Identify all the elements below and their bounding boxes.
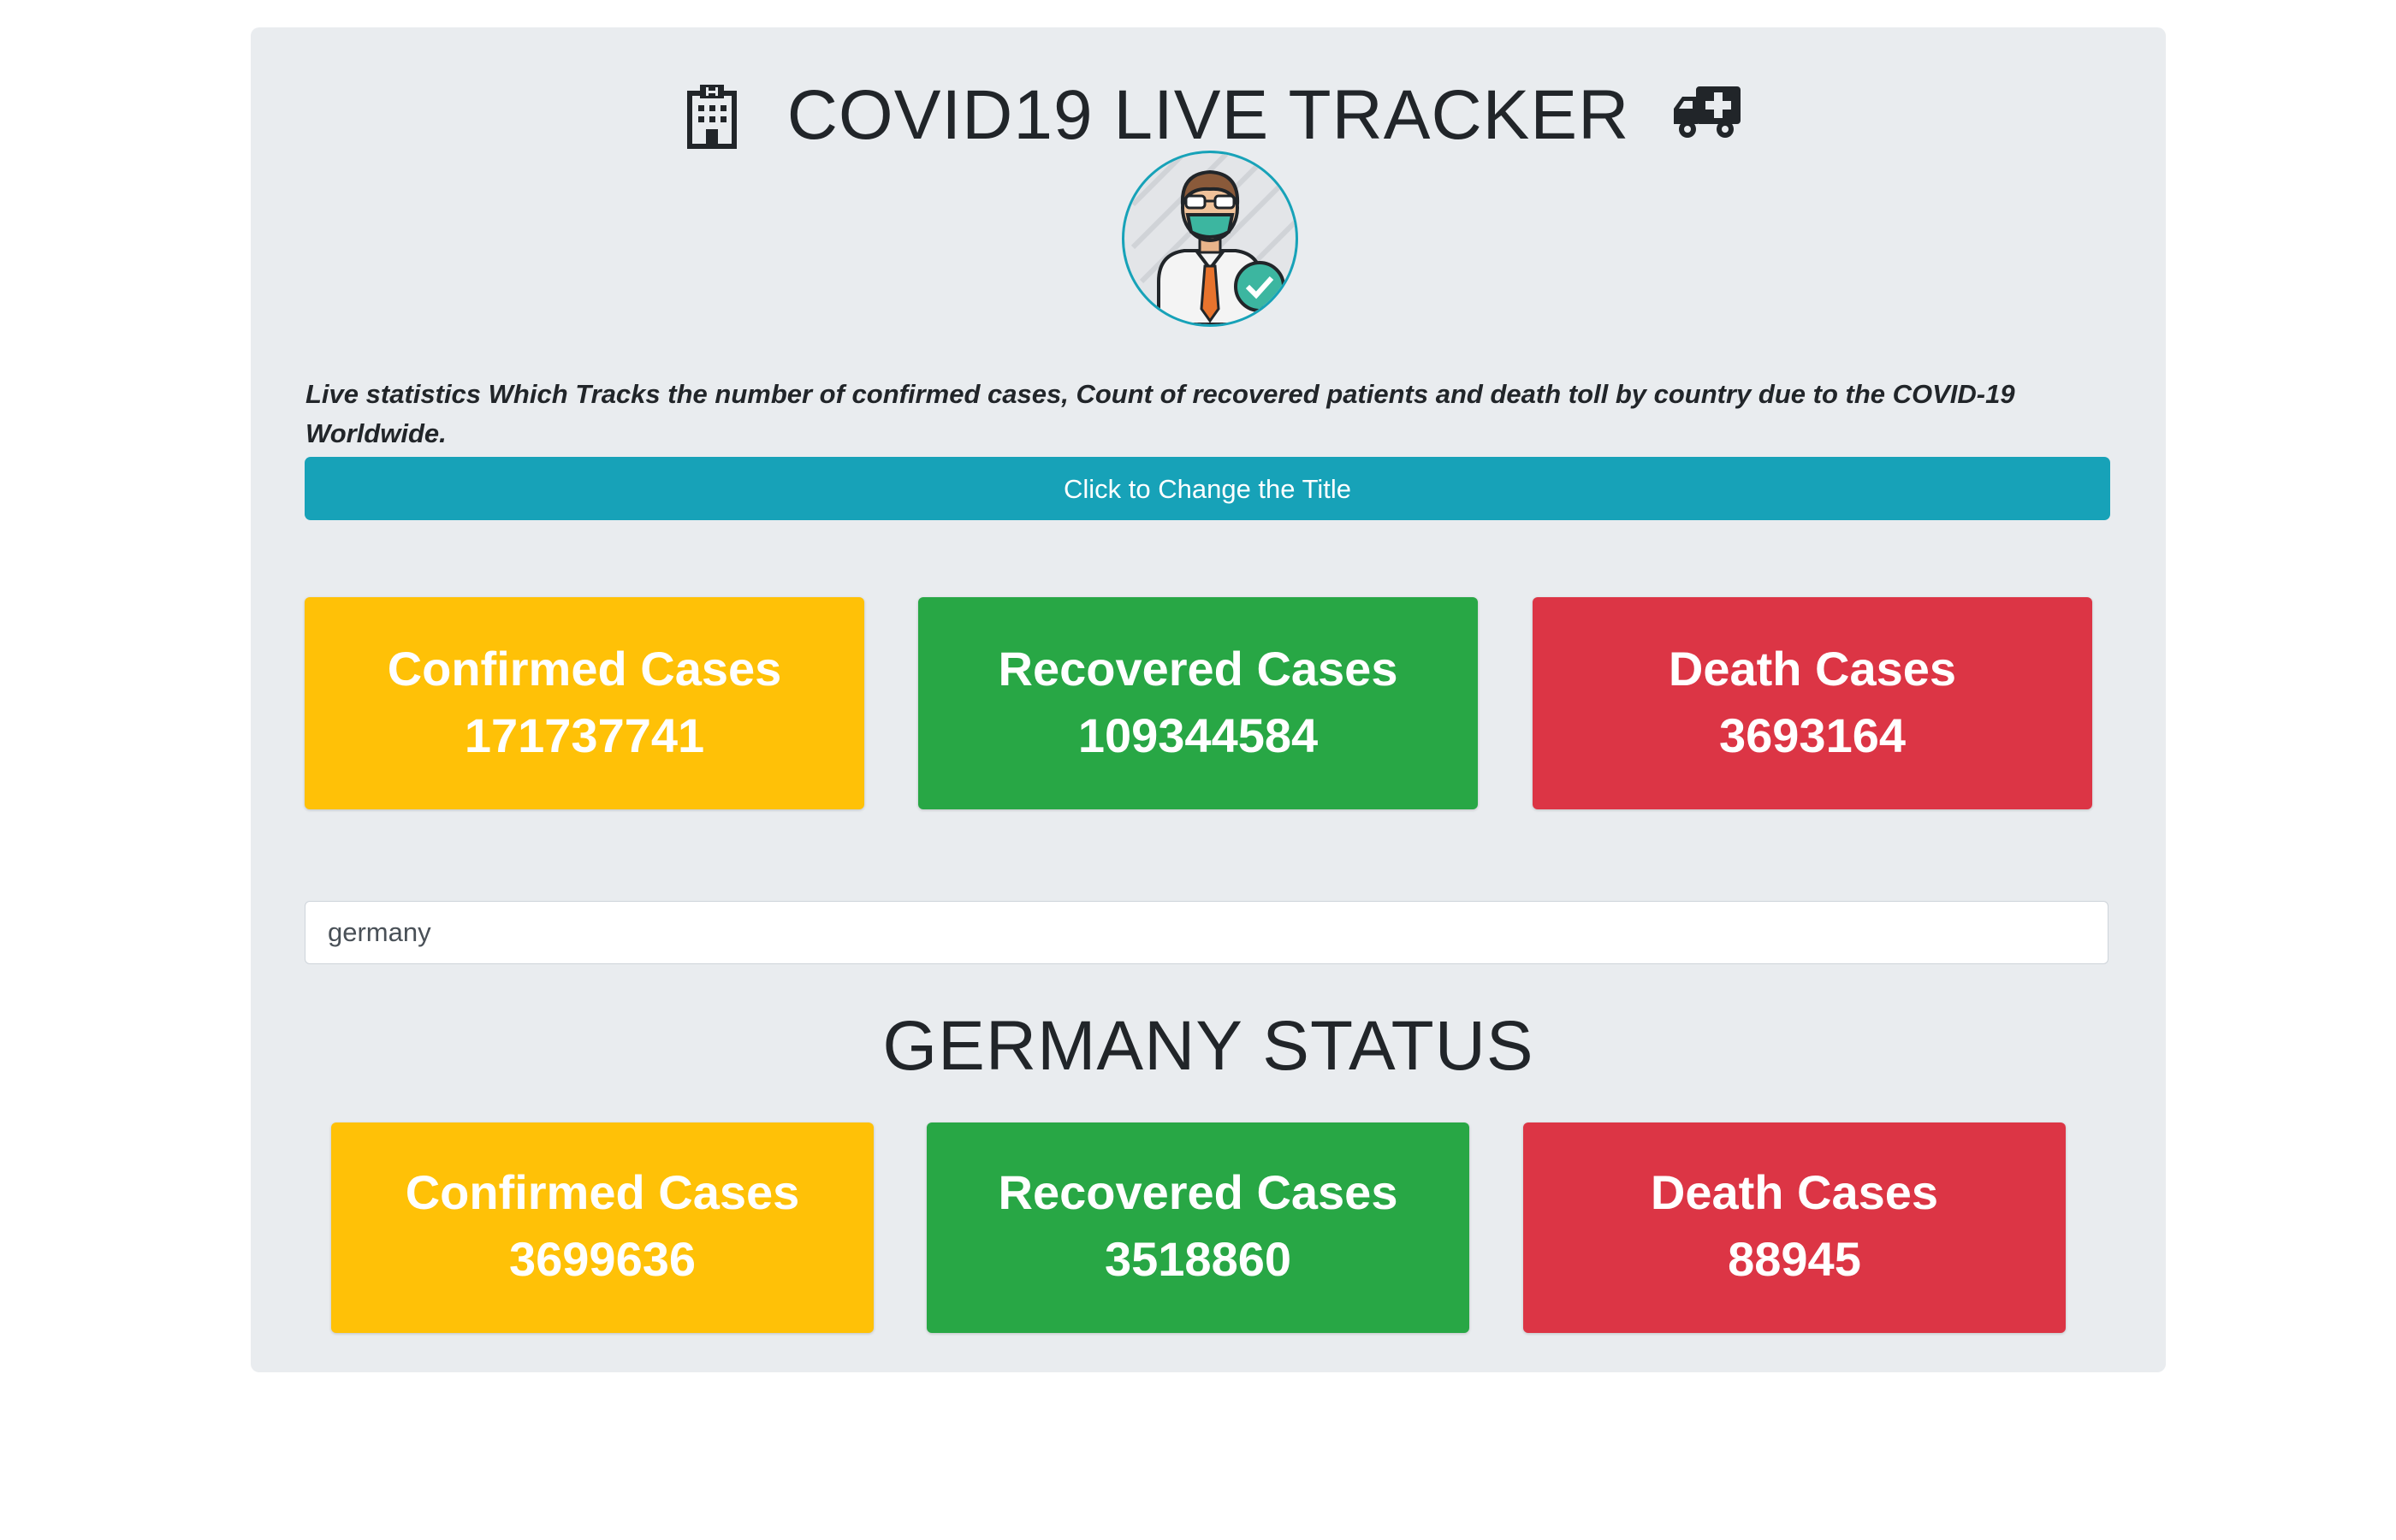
country-deaths-label: Death Cases — [1650, 1165, 1939, 1219]
page-title: COVID19 LIVE TRACKER — [786, 76, 1630, 154]
country-confirmed-card: Confirmed Cases 3699636 — [331, 1122, 874, 1333]
deaths-value: 3693164 — [1718, 708, 1906, 762]
change-title-button[interactable]: Click to Change the Title — [305, 457, 2110, 520]
hospital-icon — [678, 81, 746, 150]
header: COVID19 LIVE TRACKER — [251, 80, 2166, 151]
description-text: Live statistics Which Tracks the number … — [305, 379, 2015, 448]
country-deaths-card: Death Cases 88945 — [1523, 1122, 2066, 1333]
country-recovered-card: Recovered Cases 3518860 — [927, 1122, 1469, 1333]
confirmed-value: 171737741 — [464, 708, 705, 762]
country-confirmed-label: Confirmed Cases — [405, 1165, 800, 1219]
confirmed-label: Confirmed Cases — [387, 642, 782, 696]
deaths-label: Death Cases — [1668, 642, 1957, 696]
main-panel: COVID19 LIVE TRACKER Live statistics Whi… — [251, 27, 2166, 1372]
global-recovered-card: Recovered Cases 109344584 — [918, 597, 1478, 809]
country-search-input[interactable] — [305, 901, 2108, 964]
ambulance-icon — [1670, 81, 1741, 150]
country-deaths-value: 88945 — [1728, 1232, 1861, 1286]
global-deaths-card: Death Cases 3693164 — [1533, 597, 2092, 809]
recovered-label: Recovered Cases — [998, 642, 1398, 696]
country-recovered-label: Recovered Cases — [998, 1165, 1398, 1219]
country-status-title: GERMANY STATUS — [882, 1007, 1534, 1085]
country-recovered-value: 3518860 — [1104, 1232, 1291, 1286]
recovered-value: 109344584 — [1077, 708, 1319, 762]
global-confirmed-card: Confirmed Cases 171737741 — [305, 597, 864, 809]
country-confirmed-value: 3699636 — [508, 1232, 696, 1286]
doctor-with-mask-icon — [1122, 151, 1298, 327]
